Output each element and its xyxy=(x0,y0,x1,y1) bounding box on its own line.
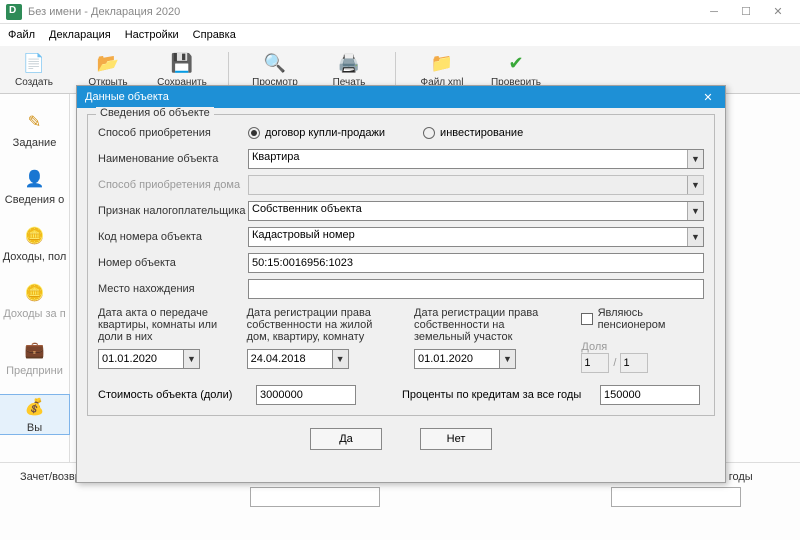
sidebar-item-set-conditions[interactable]: ✎Задание xyxy=(0,110,69,149)
cost-label: Стоимость объекта (доли) xyxy=(98,389,248,401)
date-picker-button[interactable]: ▼ xyxy=(333,349,349,369)
acquisition-method-label: Способ приобретения xyxy=(98,127,248,139)
printer-icon: 🖨️ xyxy=(337,51,361,75)
menu-declaration[interactable]: Декларация xyxy=(49,29,111,41)
date-reg-house-label: Дата регистрации права собственности на … xyxy=(247,307,388,349)
date-reg-land-input[interactable] xyxy=(414,349,500,369)
house-acq-combo: ▼ xyxy=(248,175,704,195)
date-picker-button[interactable]: ▼ xyxy=(184,349,200,369)
chevron-down-icon: ▼ xyxy=(687,176,703,194)
sidebar-item-declarant-info[interactable]: 👤Сведения о xyxy=(0,167,69,206)
object-code-combo[interactable]: Кадастровый номер▼ xyxy=(248,227,704,247)
location-input[interactable] xyxy=(248,279,704,299)
app-icon xyxy=(6,4,22,20)
toolbar-print-button[interactable]: 🖨️Печать xyxy=(321,51,377,88)
pensioner-checkbox[interactable]: Являюсь пенсионером xyxy=(581,307,704,331)
radio-icon xyxy=(423,127,435,139)
window-titlebar: Без имени - Декларация 2020 ─ ☐ ✕ xyxy=(0,0,800,24)
share-label: Доля xyxy=(581,341,704,353)
person-icon: 👤 xyxy=(23,167,47,191)
radio-invest[interactable]: инвестирование xyxy=(423,127,523,139)
edit-icon: ✎ xyxy=(23,110,47,134)
menu-help[interactable]: Справка xyxy=(193,29,236,41)
object-number-input[interactable] xyxy=(248,253,704,273)
share-denominator-input xyxy=(620,353,648,373)
toolbar-save-button[interactable]: 💾Сохранить xyxy=(154,51,210,88)
object-name-label: Наименование объекта xyxy=(98,153,248,165)
toolbar-separator xyxy=(395,52,396,88)
briefcase-icon: 💼 xyxy=(23,338,47,362)
cost-input[interactable] xyxy=(256,385,356,405)
window-title: Без имени - Декларация 2020 xyxy=(28,6,180,18)
dialog-no-button[interactable]: Нет xyxy=(420,428,492,450)
globe-coins-icon: 🪙 xyxy=(23,281,47,305)
new-doc-icon: 📄 xyxy=(22,51,46,75)
sidebar-item-entrepreneur[interactable]: 💼Предприни xyxy=(0,338,69,377)
open-folder-icon: 📂 xyxy=(96,51,120,75)
object-code-label: Код номера объекта xyxy=(98,231,248,243)
chevron-down-icon: ▼ xyxy=(687,228,703,246)
sidebar-item-deductions[interactable]: 💰Вы xyxy=(0,394,70,435)
magnifier-icon: 🔍 xyxy=(263,51,287,75)
menu-settings[interactable]: Настройки xyxy=(125,29,179,41)
menubar: Файл Декларация Настройки Справка xyxy=(0,24,800,46)
dialog-title: Данные объекта xyxy=(85,91,169,103)
date-act-label: Дата акта о передаче квартиры, комнаты и… xyxy=(98,307,221,349)
taxpayer-combo[interactable]: Собственник объекта▼ xyxy=(248,201,704,221)
money-return-icon: 💰 xyxy=(23,395,47,419)
location-label: Место нахождения xyxy=(98,283,248,295)
check-icon: ✔ xyxy=(504,51,528,75)
prev-deduction-input-2[interactable] xyxy=(611,487,741,507)
chevron-down-icon: ▼ xyxy=(687,202,703,220)
checkbox-icon xyxy=(581,313,592,325)
dialog-close-button[interactable]: ✕ xyxy=(699,91,717,104)
dialog-titlebar: Данные объекта ✕ xyxy=(77,86,725,108)
toolbar-xml-button[interactable]: 📁Файл xml xyxy=(414,51,470,88)
radio-contract[interactable]: договор купли-продажи xyxy=(248,127,385,139)
date-act-input[interactable] xyxy=(98,349,184,369)
object-number-label: Номер объекта xyxy=(98,257,248,269)
interest-input[interactable] xyxy=(600,385,700,405)
object-data-dialog: Данные объекта ✕ Сведения об объекте Спо… xyxy=(76,85,726,483)
window-maximize-button[interactable]: ☐ xyxy=(730,1,762,23)
toolbar-open-button[interactable]: 📂Открыть xyxy=(80,51,136,88)
window-close-button[interactable]: ✕ xyxy=(762,1,794,23)
date-picker-button[interactable]: ▼ xyxy=(500,349,516,369)
house-acq-label: Способ приобретения дома xyxy=(98,179,248,191)
interest-label: Проценты по кредитам за все годы xyxy=(402,389,592,401)
object-name-combo[interactable]: Квартира▼ xyxy=(248,149,704,169)
radio-icon xyxy=(248,127,260,139)
dialog-yes-button[interactable]: Да xyxy=(310,428,382,450)
toolbar-separator xyxy=(228,52,229,88)
sidebar-item-income-rf[interactable]: 🪙Доходы, пол xyxy=(0,224,69,263)
object-info-group: Сведения об объекте Способ приобретения … xyxy=(87,114,715,416)
coins-icon: 🪙 xyxy=(23,224,47,248)
group-legend: Сведения об объекте xyxy=(96,107,214,119)
share-numerator-input xyxy=(581,353,609,373)
sidebar-item-income-foreign[interactable]: 🪙Доходы за п xyxy=(0,281,69,320)
chevron-down-icon: ▼ xyxy=(687,150,703,168)
toolbar-create-button[interactable]: 📄Создать xyxy=(6,51,62,88)
toolbar-check-button[interactable]: ✔Проверить xyxy=(488,51,544,88)
prev-deduction-input-1[interactable] xyxy=(250,487,380,507)
xml-file-icon: 📁 xyxy=(430,51,454,75)
date-reg-house-input[interactable] xyxy=(247,349,333,369)
date-reg-land-label: Дата регистрации права собственности на … xyxy=(414,307,555,349)
window-minimize-button[interactable]: ─ xyxy=(698,1,730,23)
taxpayer-label: Признак налогоплательщика xyxy=(98,205,248,217)
toolbar-view-button[interactable]: 🔍Просмотр xyxy=(247,51,303,88)
menu-file[interactable]: Файл xyxy=(8,29,35,41)
save-disk-icon: 💾 xyxy=(170,51,194,75)
